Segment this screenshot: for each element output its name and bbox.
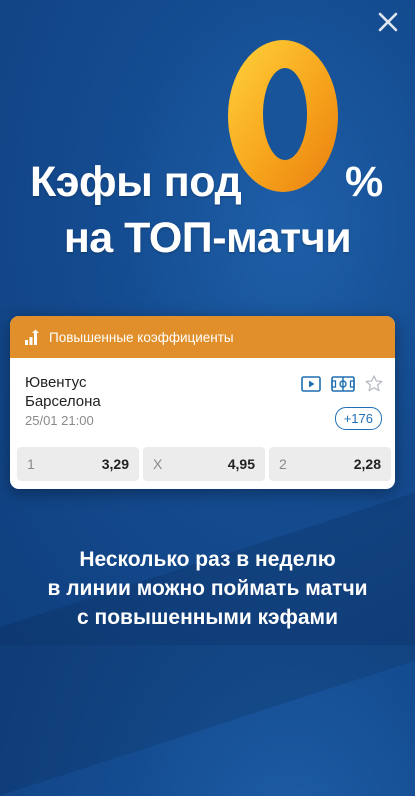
headline-line2: на ТОП-матчи — [63, 214, 352, 262]
more-markets-button[interactable]: +176 — [334, 407, 382, 430]
odd-button-draw[interactable]: X 4,95 — [143, 447, 265, 481]
team-home: Ювентус — [25, 374, 87, 391]
match-datetime: 25/01 21:00 — [25, 413, 94, 428]
subtext-line: в линии можно поймать матчи — [47, 577, 368, 600]
odd-label: 1 — [27, 456, 35, 472]
team-away: Барселона — [25, 393, 101, 410]
promo-subtext: Несколько раз в неделю в линии можно пой… — [0, 545, 415, 632]
favorite-star-icon[interactable] — [365, 375, 383, 392]
card-header-title: Повышенные коэффициенты — [49, 329, 234, 345]
background-stripe — [0, 483, 415, 796]
teams[interactable]: Ювентус Барселона — [25, 373, 101, 411]
odd-label: X — [153, 456, 163, 472]
odd-value: 3,29 — [101, 456, 129, 472]
close-icon[interactable] — [375, 9, 401, 35]
stats-field-icon[interactable] — [331, 375, 355, 392]
zero-graphic — [224, 36, 342, 196]
boost-chart-icon — [25, 329, 39, 345]
play-video-icon[interactable] — [301, 375, 321, 392]
match-card[interactable]: Повышенные коэффициенты Ювентус Барселон… — [10, 316, 395, 489]
subtext-line: Несколько раз в неделю — [79, 548, 336, 571]
odd-value: 2,28 — [353, 456, 381, 472]
odd-label: 2 — [279, 456, 287, 472]
odd-button-home[interactable]: 1 3,29 — [17, 447, 139, 481]
odd-button-away[interactable]: 2 2,28 — [269, 447, 391, 481]
odd-value: 4,95 — [227, 456, 255, 472]
headline-line1: Кэфы под — [30, 158, 242, 206]
card-header: Повышенные коэффициенты — [10, 316, 395, 358]
subtext-line: с повышенными кэфами — [77, 606, 338, 629]
headline-percent: % — [345, 158, 384, 206]
odds-row: 1 3,29 X 4,95 2 2,28 — [17, 447, 391, 481]
